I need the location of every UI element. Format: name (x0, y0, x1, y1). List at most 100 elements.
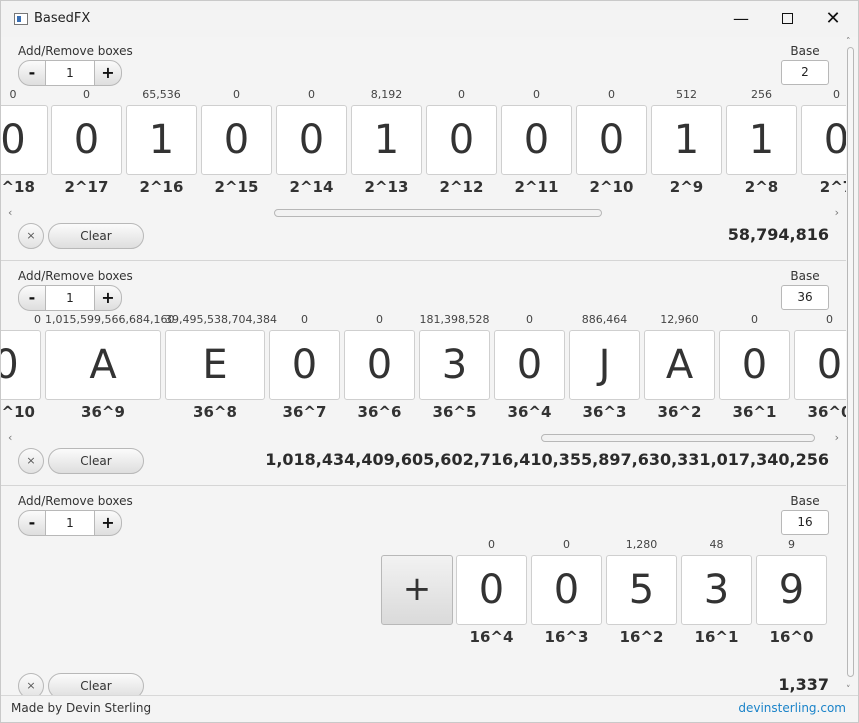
app-window: BasedFX — ✕ Add/Remove boxes - 1 + Base … (0, 0, 859, 723)
place-value: 512 (676, 88, 697, 101)
digit-column: 0 0 36^4 (494, 312, 565, 421)
place-exponent: 36^3 (582, 403, 627, 421)
place-exponent: 2^14 (289, 178, 334, 196)
place-value: 8,192 (370, 88, 403, 101)
add-digit-box-button[interactable]: + (381, 555, 453, 625)
digit-box[interactable]: 0 (1, 105, 48, 175)
base-label: Base (790, 44, 820, 58)
digit-box[interactable]: 3 (419, 330, 490, 400)
place-value: 0 (608, 88, 615, 101)
digit-column: 256 1 2^8 (726, 87, 797, 196)
digit-box[interactable]: 1 (351, 105, 422, 175)
digit-box[interactable]: 0 (1, 330, 41, 400)
digit-box[interactable]: 1 (651, 105, 722, 175)
digit-column: 65,536 1 2^16 (126, 87, 197, 196)
remove-section-button[interactable]: × (18, 223, 44, 249)
digit-box[interactable]: 0 (456, 555, 527, 625)
scroll-up-icon[interactable]: ˄ (846, 37, 851, 47)
base-input[interactable]: 2 (781, 60, 829, 85)
digit-box[interactable]: 0 (494, 330, 565, 400)
remove-box-button[interactable]: - (18, 285, 46, 311)
digit-column: 0 0 36^0 (794, 312, 846, 421)
digit-column: 48 3 16^1 (681, 537, 752, 646)
digit-box[interactable]: 5 (606, 555, 677, 625)
place-value: 9 (788, 538, 795, 551)
website-link[interactable]: devinsterling.com (738, 701, 846, 715)
digit-box[interactable]: 0 (276, 105, 347, 175)
digit-column: 886,464 J 36^3 (569, 312, 640, 421)
box-count-input[interactable]: 1 (46, 510, 94, 536)
place-value: 886,464 (581, 313, 628, 326)
digit-box[interactable]: 1 (726, 105, 797, 175)
scroll-right-icon[interactable]: › (835, 206, 839, 219)
scroll-left-icon[interactable]: ‹ (8, 431, 12, 444)
place-exponent: 2^11 (514, 178, 559, 196)
minimize-button[interactable]: — (718, 1, 764, 37)
digit-box[interactable]: J (569, 330, 640, 400)
digit-column: 0 0 2^7 (801, 87, 846, 196)
add-remove-label: Add/Remove boxes (18, 269, 133, 283)
digit-box[interactable]: 0 (269, 330, 340, 400)
digit-column: 0 0 2^12 (426, 87, 497, 196)
place-value: 0 (826, 313, 833, 326)
digit-column: 0 0 2^10 (576, 87, 647, 196)
converter-scroll-area[interactable]: Add/Remove boxes - 1 + Base 2 0 0 2^18 0… (1, 37, 858, 695)
maximize-icon (781, 12, 793, 24)
digit-box[interactable]: E (165, 330, 265, 400)
add-remove-label: Add/Remove boxes (18, 494, 133, 508)
place-value: 48 (709, 538, 724, 551)
digit-box[interactable]: A (45, 330, 161, 400)
digit-row: 0 0 2^18 0 0 2^17 65,536 1 2^16 0 0 (1, 87, 846, 197)
place-exponent: 2^18 (1, 178, 35, 196)
add-box-button[interactable]: + (94, 285, 122, 311)
box-count-input[interactable]: 1 (46, 60, 94, 86)
base-input[interactable]: 36 (781, 285, 829, 310)
digit-box[interactable]: 3 (681, 555, 752, 625)
remove-section-button[interactable]: × (18, 448, 44, 474)
scroll-thumb[interactable] (541, 434, 815, 442)
digit-box[interactable]: 9 (756, 555, 827, 625)
box-count-input[interactable]: 1 (46, 285, 94, 311)
place-exponent: 36^7 (282, 403, 327, 421)
remove-section-button[interactable]: × (18, 673, 44, 695)
digit-box[interactable]: 0 (531, 555, 602, 625)
vertical-scrollbar[interactable]: ˄ ˅ (846, 37, 854, 695)
digit-box[interactable]: 0 (801, 105, 846, 175)
horizontal-scrollbar[interactable]: ‹ › (8, 206, 839, 219)
digit-row: + 0 0 16^4 0 0 16^3 1,280 5 16^2 48 3 16… (1, 537, 846, 647)
add-box-button[interactable]: + (94, 60, 122, 86)
box-count-stepper: - 1 + (18, 510, 144, 536)
digit-box[interactable]: 0 (719, 330, 790, 400)
base-input[interactable]: 16 (781, 510, 829, 535)
digit-box[interactable]: 0 (501, 105, 572, 175)
scroll-right-icon[interactable]: › (835, 431, 839, 444)
digit-column: 12,960 A 36^2 (644, 312, 715, 421)
clear-button[interactable]: Clear (48, 223, 144, 249)
digit-box[interactable]: 0 (794, 330, 846, 400)
scroll-left-icon[interactable]: ‹ (8, 206, 12, 219)
scroll-thumb[interactable] (274, 209, 602, 217)
digit-box[interactable]: 0 (426, 105, 497, 175)
clear-button[interactable]: Clear (48, 448, 144, 474)
digit-box[interactable]: 1 (126, 105, 197, 175)
remove-box-button[interactable]: - (18, 60, 46, 86)
digit-box[interactable]: 0 (576, 105, 647, 175)
remove-box-button[interactable]: - (18, 510, 46, 536)
vertical-scroll-thumb[interactable] (847, 47, 854, 677)
horizontal-scrollbar[interactable]: ‹ › (8, 431, 839, 444)
digit-box[interactable]: 0 (344, 330, 415, 400)
close-button[interactable]: ✕ (810, 1, 856, 37)
scroll-down-icon[interactable]: ˅ (846, 685, 851, 695)
add-box-button[interactable]: + (94, 510, 122, 536)
place-value: 0 (563, 538, 570, 551)
place-exponent: 2^17 (64, 178, 109, 196)
digit-column: 0 0 16^3 (531, 537, 602, 646)
digit-box[interactable]: 0 (51, 105, 122, 175)
maximize-button[interactable] (764, 1, 810, 37)
digit-box[interactable]: A (644, 330, 715, 400)
clear-button[interactable]: Clear (48, 673, 144, 695)
digit-box[interactable]: 0 (201, 105, 272, 175)
place-exponent: 36^10 (1, 403, 35, 421)
digit-column: 0 0 36^6 (344, 312, 415, 421)
digit-column: 0 0 2^11 (501, 87, 572, 196)
